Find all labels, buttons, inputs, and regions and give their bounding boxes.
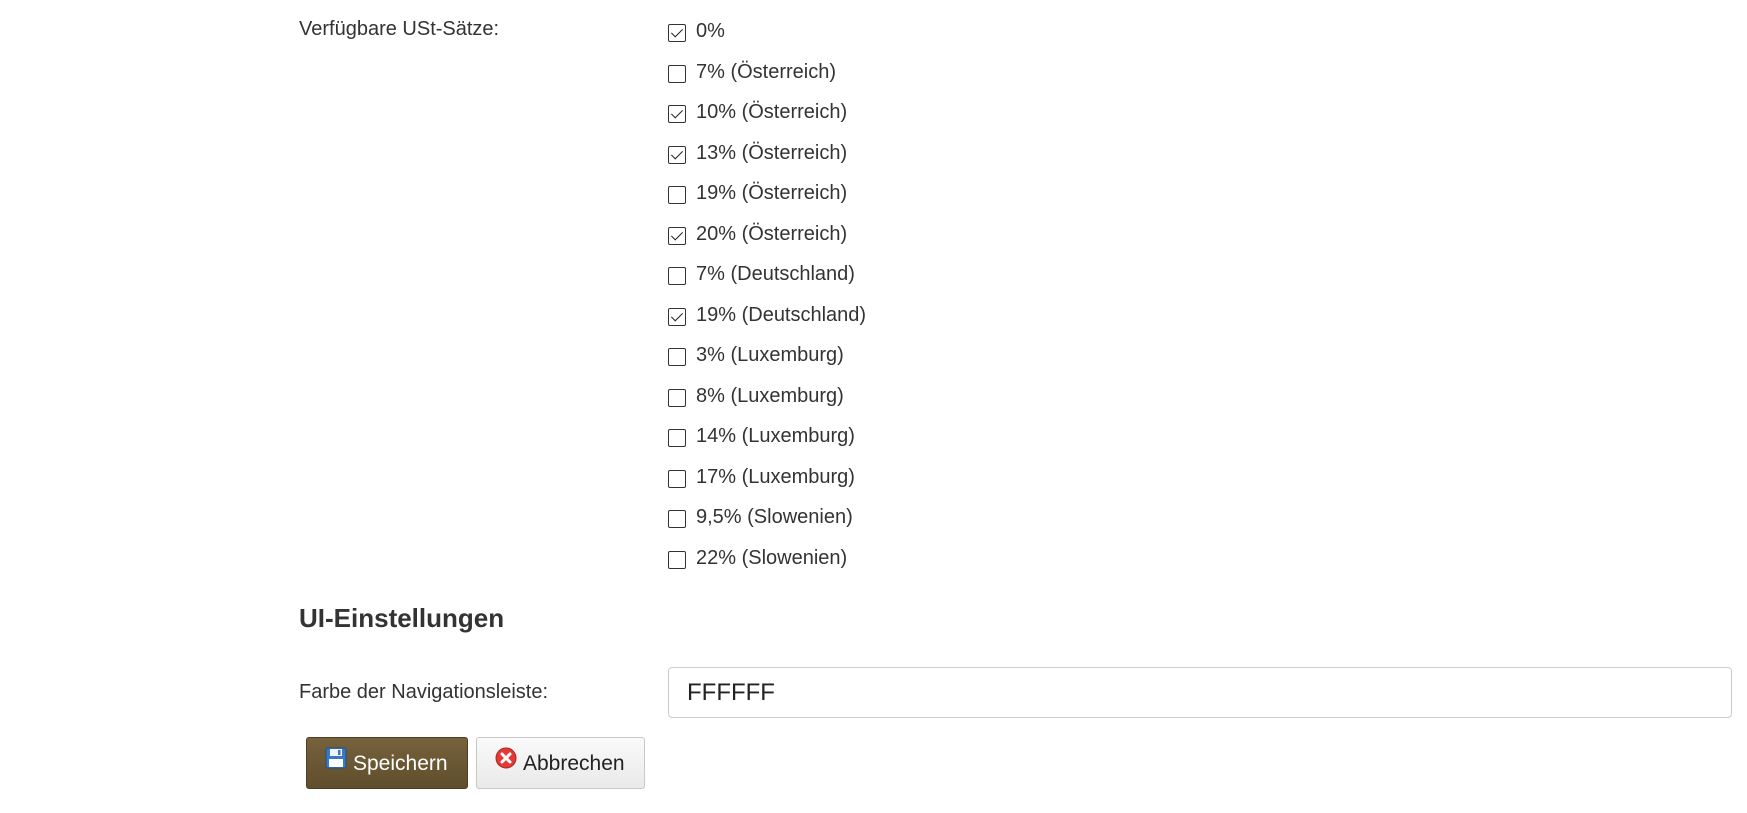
vat-option[interactable]: 8% (Luxemburg) xyxy=(668,381,866,422)
vat-checkbox[interactable] xyxy=(668,267,686,285)
cancel-button[interactable]: Abbrechen xyxy=(476,737,645,789)
vat-option-label: 19% (Österreich) xyxy=(696,182,848,204)
vat-option[interactable]: 22% (Slowenien) xyxy=(668,543,866,584)
vat-checkbox[interactable] xyxy=(668,64,686,83)
vat-checkbox[interactable] xyxy=(668,388,686,407)
vat-rates-list: 0% 7% (Österreich) 10% (Österreich) 13% … xyxy=(668,16,866,583)
save-button-label: Speichern xyxy=(353,751,448,775)
vat-checkbox[interactable] xyxy=(668,348,686,366)
vat-option-label: 20% (Österreich) xyxy=(696,222,848,245)
vat-option-label: 3% (Luxemburg) xyxy=(696,344,844,366)
vat-option-label: 17% (Luxemburg) xyxy=(696,465,855,488)
vat-option-label: 19% (Deutschland) xyxy=(696,303,867,326)
vat-option-label: 10% (Österreich) xyxy=(696,101,848,123)
vat-checkbox[interactable] xyxy=(668,550,686,569)
vat-checkbox[interactable] xyxy=(668,105,686,123)
vat-checkbox[interactable] xyxy=(668,186,686,204)
vat-checkbox[interactable] xyxy=(668,469,686,488)
cancel-button-label: Abbrechen xyxy=(523,751,625,775)
vat-option[interactable]: 9,5% (Slowenien) xyxy=(668,502,866,543)
vat-option-label: 7% (Österreich) xyxy=(696,60,837,83)
floppy-disk-icon xyxy=(325,747,347,769)
vat-checkbox[interactable] xyxy=(668,429,686,447)
vat-option[interactable]: 19% (Deutschland) xyxy=(668,300,866,341)
red-x-circle-icon xyxy=(495,747,517,769)
vat-checkbox[interactable] xyxy=(668,226,686,245)
vat-option-label: 14% (Luxemburg) xyxy=(696,425,855,447)
nav-color-label: Farbe der Navigationsleiste: xyxy=(299,681,549,703)
vat-option-label: 0% xyxy=(696,20,725,42)
vat-option[interactable]: 14% (Luxemburg) xyxy=(668,421,866,462)
vat-option[interactable]: 20% (Österreich) xyxy=(668,219,866,260)
vat-option-label: 13% (Österreich) xyxy=(696,141,848,164)
vat-option-label: 22% (Slowenien) xyxy=(696,546,848,569)
vat-option[interactable]: 19% (Österreich) xyxy=(668,178,866,219)
vat-option[interactable]: 7% (Österreich) xyxy=(668,57,866,98)
vat-checkbox[interactable] xyxy=(668,510,686,528)
vat-option[interactable]: 17% (Luxemburg) xyxy=(668,462,866,503)
ui-settings-heading: UI-Einstellungen xyxy=(299,603,505,633)
vat-option-label: 8% (Luxemburg) xyxy=(696,384,844,407)
vat-option[interactable]: 0% xyxy=(668,16,866,57)
vat-option[interactable]: 10% (Österreich) xyxy=(668,97,866,138)
save-button[interactable]: Speichern xyxy=(306,737,468,789)
vat-checkbox[interactable] xyxy=(668,307,686,326)
vat-option[interactable]: 7% (Deutschland) xyxy=(668,259,866,300)
vat-rates-label: Verfügbare USt-Sätze: xyxy=(299,18,500,40)
vat-option-label: 7% (Deutschland) xyxy=(696,263,855,285)
vat-option[interactable]: 13% (Österreich) xyxy=(668,138,866,179)
vat-checkbox[interactable] xyxy=(668,145,686,164)
vat-checkbox[interactable] xyxy=(668,24,686,42)
vat-option-label: 9,5% (Slowenien) xyxy=(696,506,853,528)
nav-color-input[interactable] xyxy=(668,667,1732,718)
vat-option[interactable]: 3% (Luxemburg) xyxy=(668,340,866,381)
